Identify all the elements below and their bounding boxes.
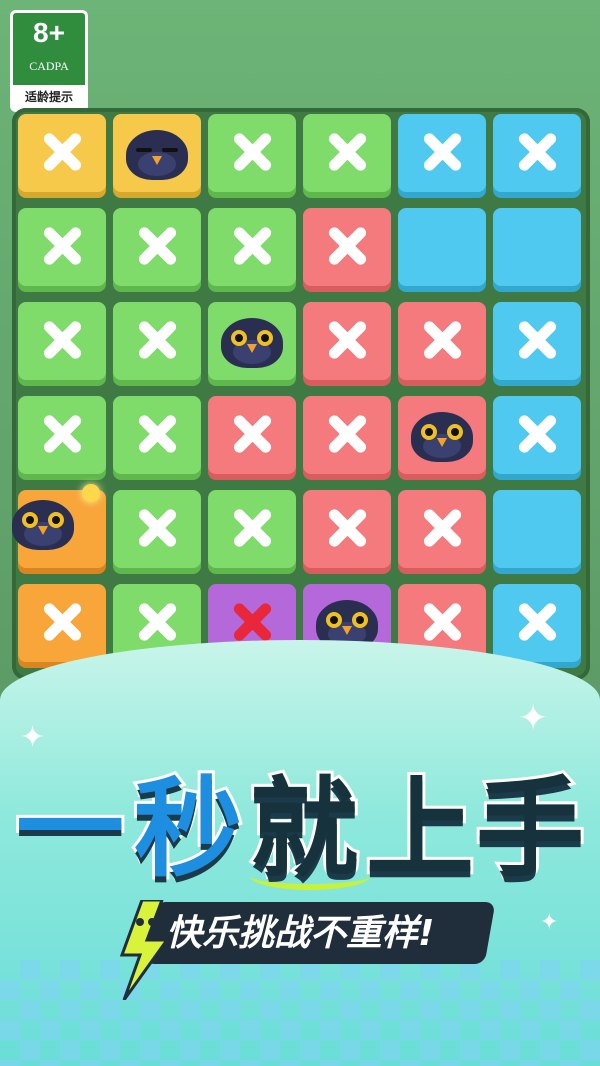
board-tile[interactable] — [208, 302, 296, 386]
board-tile[interactable] — [398, 490, 486, 574]
lightbulb-icon — [82, 484, 100, 502]
sparkle-icon: ✦ — [518, 698, 549, 739]
cross-mark-icon — [422, 508, 462, 548]
board-tile[interactable] — [208, 490, 296, 574]
cross-mark-icon — [42, 414, 82, 454]
checker-pattern — [0, 960, 600, 1066]
board-tile[interactable] — [208, 114, 296, 198]
cross-mark-icon — [42, 226, 82, 266]
cross-mark-icon — [42, 132, 82, 172]
cross-mark-icon — [517, 132, 557, 172]
board-tile[interactable] — [113, 490, 201, 574]
age-rating-badge: 8+ CADPA 适龄提示 — [10, 10, 88, 112]
pigeon-icon — [411, 406, 473, 462]
cross-mark-icon — [327, 132, 367, 172]
board-tile[interactable] — [208, 396, 296, 480]
cross-mark-icon — [327, 320, 367, 360]
sparkle-icon: ✦ — [540, 910, 559, 935]
cross-mark-icon — [232, 226, 272, 266]
board-tile[interactable] — [493, 396, 581, 480]
cross-mark-icon — [232, 414, 272, 454]
board-tile[interactable] — [493, 584, 581, 668]
board-tile[interactable]: z — [113, 114, 201, 198]
board-tile[interactable] — [303, 396, 391, 480]
cross-mark-icon — [137, 320, 177, 360]
pigeon-icon — [126, 124, 188, 180]
board-tile[interactable] — [113, 396, 201, 480]
game-board: z — [12, 108, 590, 680]
board-tile[interactable] — [18, 114, 106, 198]
board-tile[interactable] — [113, 302, 201, 386]
board-tile[interactable] — [493, 114, 581, 198]
board-tile[interactable] — [12, 484, 106, 574]
board-tile[interactable] — [398, 114, 486, 198]
age-rating-org: CADPA — [29, 59, 69, 73]
tile-face — [493, 208, 581, 286]
age-rating-number: 8+ — [33, 17, 65, 48]
headline-char: 秒 — [131, 767, 245, 893]
board-tile[interactable] — [303, 114, 391, 198]
board-tile[interactable] — [398, 396, 486, 480]
headline-char: 手 — [473, 767, 587, 893]
cross-mark-icon — [232, 602, 272, 642]
board-tile[interactable] — [493, 208, 581, 292]
board-tile[interactable] — [398, 208, 486, 292]
board-tile[interactable] — [398, 302, 486, 386]
board-tile[interactable] — [493, 490, 581, 574]
cross-mark-icon — [327, 414, 367, 454]
sparkle-icon: ✦ — [20, 720, 46, 755]
pigeon-icon — [221, 312, 283, 368]
board-tile[interactable] — [208, 208, 296, 292]
cross-mark-icon — [517, 320, 557, 360]
sleep-z-icon: z — [123, 116, 130, 132]
board-tile[interactable] — [18, 208, 106, 292]
board-tile[interactable] — [18, 584, 106, 668]
cross-mark-icon — [517, 602, 557, 642]
cross-mark-icon — [232, 508, 272, 548]
board-tile[interactable] — [303, 302, 391, 386]
cross-mark-icon — [422, 602, 462, 642]
board-tile[interactable] — [493, 302, 581, 386]
age-rating-tip: 适龄提示 — [13, 85, 85, 109]
cross-mark-icon — [137, 226, 177, 266]
cross-mark-icon — [422, 320, 462, 360]
headline-char: 上 — [363, 767, 477, 893]
cross-mark-icon — [232, 132, 272, 172]
tile-face — [493, 490, 581, 568]
tagline-text: 快乐挑战不重样! — [166, 913, 435, 954]
cross-mark-icon — [327, 226, 367, 266]
cross-mark-icon — [137, 508, 177, 548]
cross-mark-icon — [42, 602, 82, 642]
pigeon-icon — [12, 494, 74, 550]
board-tile[interactable] — [113, 208, 201, 292]
board-tile[interactable] — [18, 302, 106, 386]
underline-swoosh — [250, 862, 370, 890]
cross-mark-icon — [137, 414, 177, 454]
board-tile[interactable] — [303, 490, 391, 574]
headline-char: 一 — [13, 767, 127, 893]
cross-mark-icon — [422, 132, 462, 172]
cross-mark-icon — [42, 320, 82, 360]
board-tile[interactable] — [18, 396, 106, 480]
cross-mark-icon — [137, 602, 177, 642]
board-tile[interactable] — [303, 208, 391, 292]
tile-face — [398, 208, 486, 286]
cross-mark-icon — [327, 508, 367, 548]
lightning-mascot-icon — [119, 900, 170, 1000]
cross-mark-icon — [517, 414, 557, 454]
